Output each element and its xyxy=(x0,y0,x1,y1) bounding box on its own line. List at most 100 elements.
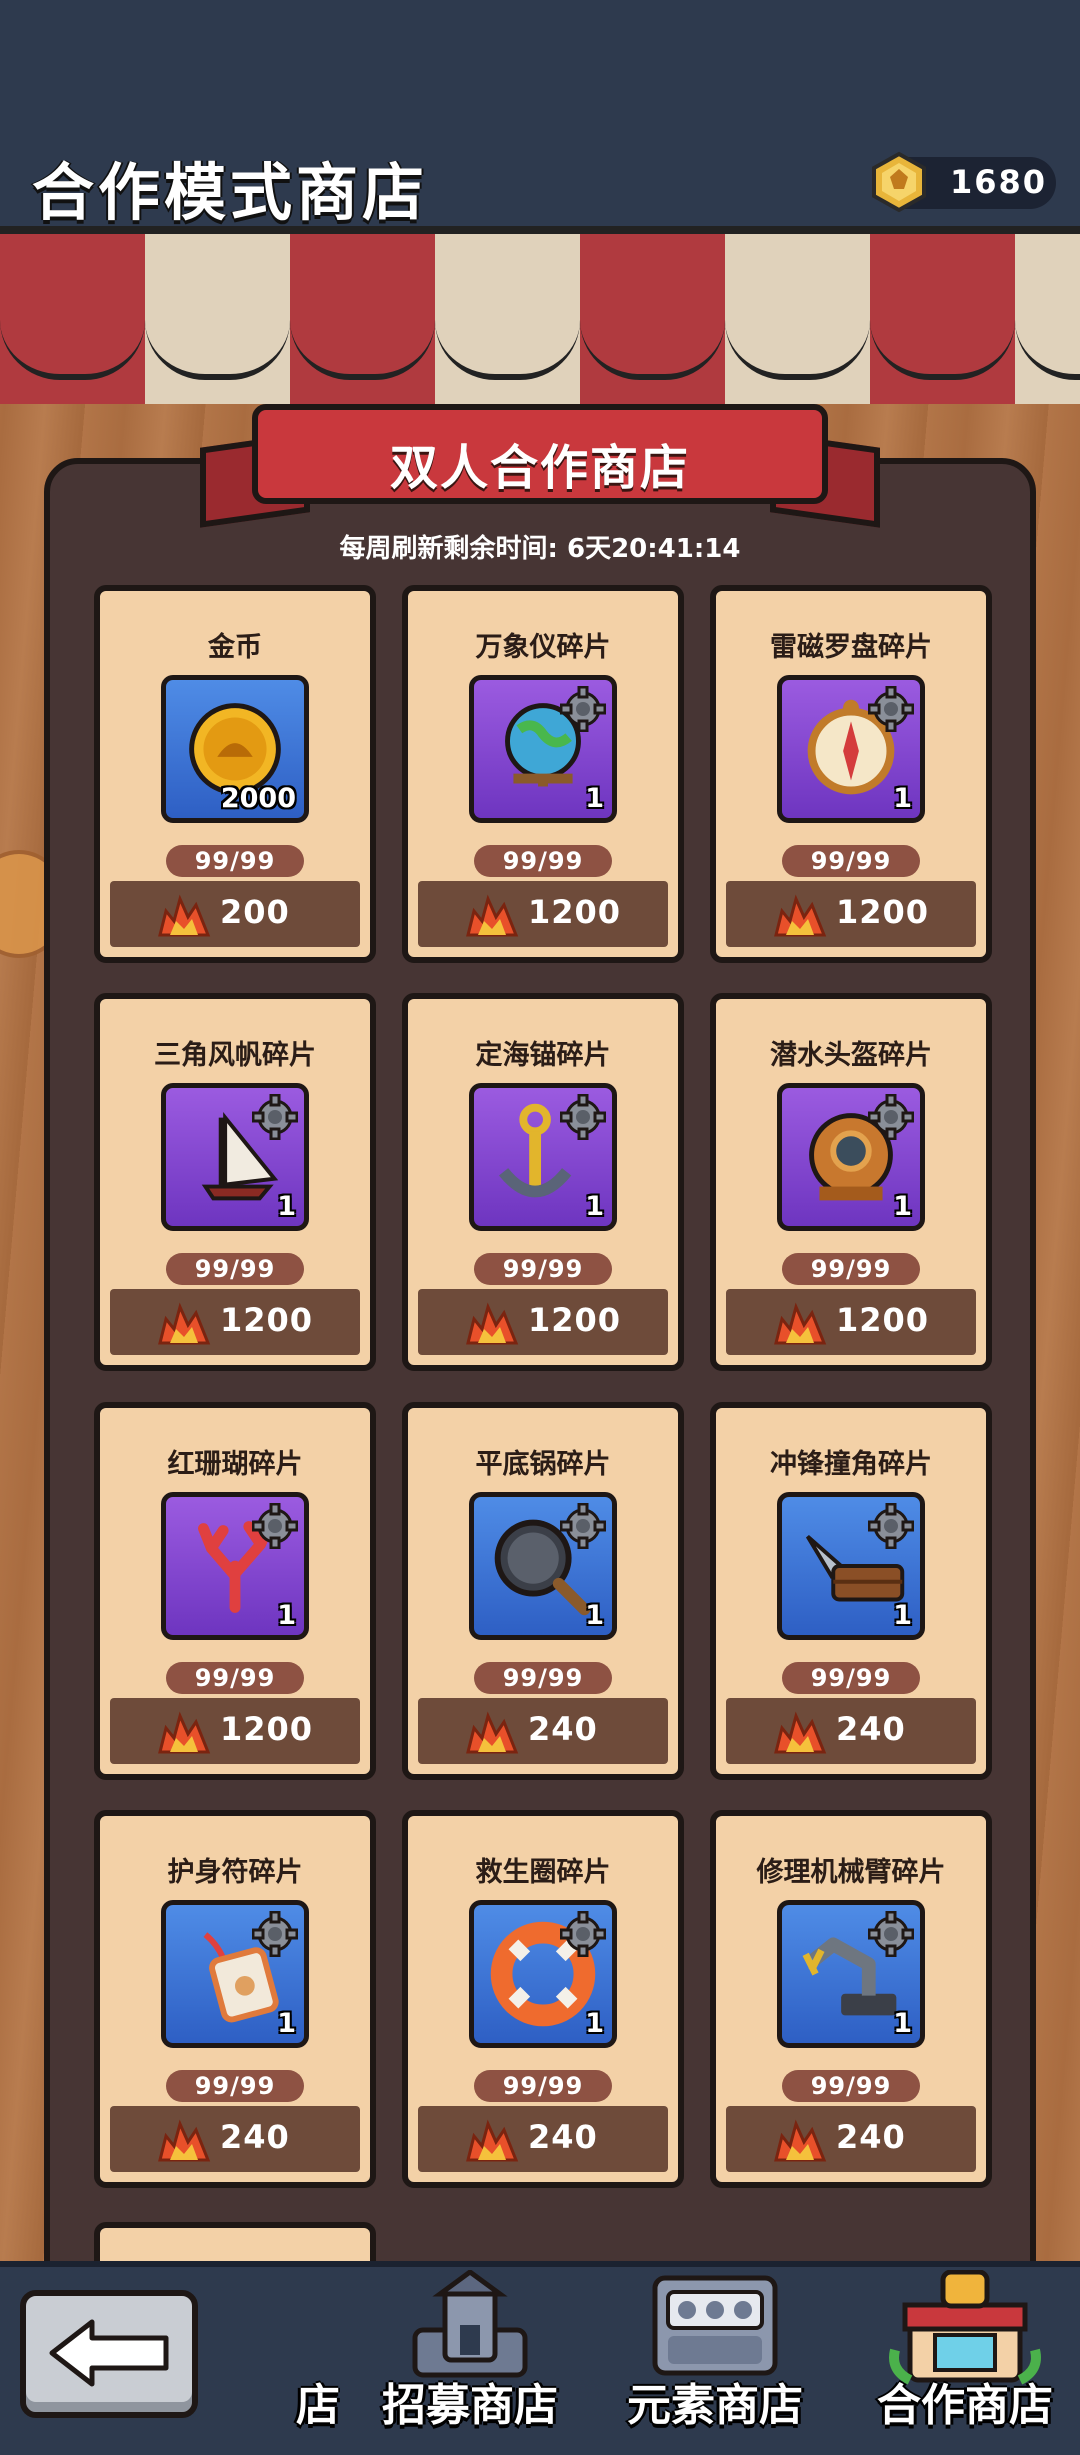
item-name: 护身符碎片 xyxy=(167,1857,303,1888)
item-quantity: 1 xyxy=(585,1600,604,1631)
item-icon-frame: 1 xyxy=(161,1083,309,1231)
item-stock: 99/99 xyxy=(166,2070,304,2102)
item-price: 240 xyxy=(528,2118,598,2156)
item-price: 240 xyxy=(528,1710,598,1748)
item-icon-frame: 1 xyxy=(777,1083,925,1231)
flame-currency-icon xyxy=(158,2119,211,2162)
item-quantity: 1 xyxy=(893,2008,912,2039)
nav-tab-coop-shop[interactable]: 合作商店 xyxy=(860,2270,1070,2445)
item-card[interactable]: 金币 2000 99/99 200 xyxy=(94,585,376,963)
item-quantity: 1 xyxy=(585,1191,604,1222)
gear-icon xyxy=(560,1911,606,1957)
item-stock: 99/99 xyxy=(166,845,304,877)
buy-button[interactable]: 1200 xyxy=(726,881,976,947)
shop-banner-title: 双人合作商店 xyxy=(389,440,690,496)
item-name: 修理机械臂碎片 xyxy=(756,1857,946,1888)
back-button[interactable] xyxy=(20,2290,198,2418)
flame-currency-icon xyxy=(466,894,519,937)
back-arrow-icon xyxy=(49,2319,169,2387)
item-price: 1200 xyxy=(528,1301,622,1339)
buy-button[interactable]: 240 xyxy=(726,1698,976,1764)
flame-currency-icon xyxy=(466,1711,519,1754)
item-card[interactable]: 冲锋撞角碎片 1 99/99 240 xyxy=(710,1402,992,1780)
shop-banner: 双人合作商店 xyxy=(252,404,828,504)
item-icon-frame: 2000 xyxy=(161,675,309,823)
item-icon-frame: 1 xyxy=(161,1492,309,1640)
item-quantity: 1 xyxy=(893,783,912,814)
flame-currency-icon xyxy=(158,1302,211,1345)
gear-icon xyxy=(252,1911,298,1957)
item-quantity: 1 xyxy=(585,2008,604,2039)
item-quantity: 1 xyxy=(277,1191,296,1222)
item-quantity: 1 xyxy=(585,783,604,814)
item-card[interactable]: 定海锚碎片 1 99/99 1200 xyxy=(402,993,684,1371)
page-title: 合作模式商店 xyxy=(32,156,429,229)
gear-icon xyxy=(560,1094,606,1140)
nav-tab-partial[interactable]: 店 xyxy=(268,2270,340,2445)
item-icon-frame: 1 xyxy=(777,1492,925,1640)
item-stock: 99/99 xyxy=(782,1662,920,1694)
item-icon-frame: 1 xyxy=(469,675,617,823)
item-icon-frame: 1 xyxy=(469,1083,617,1231)
top-bar: 合作模式商店 1680 xyxy=(0,0,1080,229)
item-card[interactable]: 修理机械臂碎片 1 99/99 240 xyxy=(710,1810,992,2188)
buy-button[interactable]: 240 xyxy=(418,1698,668,1764)
item-price: 240 xyxy=(220,2118,290,2156)
nav-tab-element-shop[interactable]: 元素商店 xyxy=(615,2270,815,2445)
nav-tab-recruit-label: 招募商店 xyxy=(382,2380,558,2431)
item-card[interactable]: 救生圈碎片 1 99/99 240 xyxy=(402,1810,684,2188)
nav-tab-recruit-shop[interactable]: 招募商店 xyxy=(370,2270,570,2445)
item-card[interactable]: 三角风帆碎片 1 99/99 1200 xyxy=(94,993,376,1371)
tower-icon xyxy=(412,2270,528,2378)
item-stock: 99/99 xyxy=(474,1662,612,1694)
gear-icon xyxy=(868,1094,914,1140)
buy-button[interactable]: 200 xyxy=(110,881,360,947)
gear-icon xyxy=(868,686,914,732)
item-quantity: 1 xyxy=(893,1600,912,1631)
gear-icon xyxy=(560,1503,606,1549)
item-stock: 99/99 xyxy=(166,1253,304,1285)
nav-tab-element-label: 元素商店 xyxy=(627,2380,803,2431)
item-price: 240 xyxy=(836,2118,906,2156)
nav-tab-partial-label: 店 xyxy=(296,2380,340,2431)
item-name: 平底锅碎片 xyxy=(475,1449,611,1480)
item-name: 红珊瑚碎片 xyxy=(167,1449,303,1480)
badge-currency-icon xyxy=(872,151,926,213)
item-name: 潜水头盔碎片 xyxy=(770,1040,932,1071)
item-card[interactable]: 护身符碎片 1 99/99 240 xyxy=(94,1810,376,2188)
item-icon-frame: 1 xyxy=(469,1900,617,2048)
item-card[interactable]: 潜水头盔碎片 1 99/99 1200 xyxy=(710,993,992,1371)
item-name: 冲锋撞角碎片 xyxy=(770,1449,932,1480)
flame-currency-icon xyxy=(774,1302,827,1345)
item-stock: 99/99 xyxy=(474,1253,612,1285)
buy-button[interactable]: 1200 xyxy=(110,1289,360,1355)
flame-currency-icon xyxy=(466,1302,519,1345)
item-price: 1200 xyxy=(836,1301,930,1339)
item-quantity: 1 xyxy=(277,1600,296,1631)
item-card[interactable]: 雷磁罗盘碎片 1 99/99 1200 xyxy=(710,585,992,963)
buy-button[interactable]: 240 xyxy=(110,2106,360,2172)
item-quantity: 1 xyxy=(893,1191,912,1222)
buy-button[interactable]: 1200 xyxy=(418,1289,668,1355)
buy-button[interactable]: 240 xyxy=(726,2106,976,2172)
item-price: 200 xyxy=(220,893,290,931)
item-icon-frame: 1 xyxy=(161,1900,309,2048)
flame-currency-icon xyxy=(158,1711,211,1754)
item-stock: 99/99 xyxy=(474,2070,612,2102)
buy-button[interactable]: 1200 xyxy=(418,881,668,947)
item-card[interactable]: 红珊瑚碎片 1 99/99 1200 xyxy=(94,1402,376,1780)
awning-scallops xyxy=(0,320,1080,380)
buy-button[interactable]: 1200 xyxy=(726,1289,976,1355)
item-name: 雷磁罗盘碎片 xyxy=(770,632,932,663)
flame-currency-icon xyxy=(466,2119,519,2162)
refresh-timer: 每周刷新剩余时间: 6天20:41:14 xyxy=(339,534,741,564)
gear-icon xyxy=(560,686,606,732)
buy-button[interactable]: 1200 xyxy=(110,1698,360,1764)
item-card[interactable]: 平底锅碎片 1 99/99 240 xyxy=(402,1402,684,1780)
slot-machine-icon xyxy=(652,2275,778,2376)
item-name: 定海锚碎片 xyxy=(475,1040,611,1071)
gear-icon xyxy=(252,1094,298,1140)
item-stock: 99/99 xyxy=(782,1253,920,1285)
item-card[interactable]: 万象仪碎片 1 99/99 1200 xyxy=(402,585,684,963)
buy-button[interactable]: 240 xyxy=(418,2106,668,2172)
